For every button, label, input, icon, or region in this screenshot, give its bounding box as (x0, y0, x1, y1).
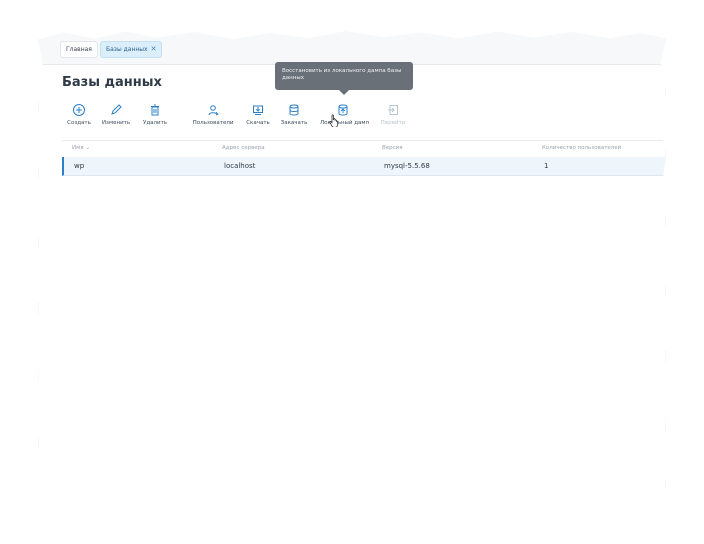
users-button[interactable]: Пользователи (190, 103, 236, 126)
column-header-server[interactable]: Адрес сервера (222, 145, 265, 151)
local-dump-tooltip: Восстановить из локального дампа базы да… (275, 62, 413, 95)
breadcrumb-databases-label: Базы данных (106, 46, 148, 53)
plus-circle-icon (73, 104, 85, 116)
page-title: Базы данных (62, 75, 162, 90)
screenshot-frame: Главная Базы данных ✕ Базы данных Создать… (38, 30, 666, 509)
cell-version: mysql-5.5.68 (384, 162, 430, 170)
hand-cursor-icon (329, 114, 339, 127)
local-dump-button[interactable]: Локальный дамп (320, 103, 370, 126)
delete-label: Удалить (142, 120, 168, 126)
table-row[interactable]: wp localhost mysql-5.5.68 1 (62, 157, 666, 176)
column-header-users[interactable]: Количество пользователей (542, 145, 621, 151)
column-header-version[interactable]: Версия (382, 145, 403, 151)
users-label: Пользователи (192, 120, 234, 126)
breadcrumb-home[interactable]: Главная (60, 41, 98, 58)
cell-users: 1 (544, 162, 549, 170)
cell-server: localhost (224, 162, 256, 170)
upload-icon (289, 104, 299, 116)
go-to-icon (388, 105, 398, 115)
download-icon (253, 105, 263, 115)
column-header-name[interactable]: Имя ⌄ (72, 145, 90, 151)
pencil-icon (111, 104, 122, 115)
top-bar: Главная Базы данных ✕ (38, 30, 666, 65)
breadcrumb-databases[interactable]: Базы данных ✕ (100, 41, 163, 58)
go-to-label: Перейти (380, 120, 406, 126)
trash-icon (151, 104, 159, 116)
upload-label: Закачать (280, 120, 308, 126)
delete-button[interactable]: Удалить (132, 103, 178, 126)
go-to-button[interactable]: Перейти (370, 103, 416, 126)
users-icon (208, 105, 219, 116)
close-icon[interactable]: ✕ (151, 45, 157, 53)
local-dump-label: Локальный дамп (320, 120, 370, 126)
sort-chevron-down-icon: ⌄ (85, 145, 90, 151)
column-header-name-label: Имя (72, 145, 84, 151)
cell-name: wp (74, 162, 85, 170)
upload-button[interactable]: Закачать (271, 103, 317, 126)
table-header: Имя ⌄ Адрес сервера Версия Количество по… (62, 140, 666, 158)
